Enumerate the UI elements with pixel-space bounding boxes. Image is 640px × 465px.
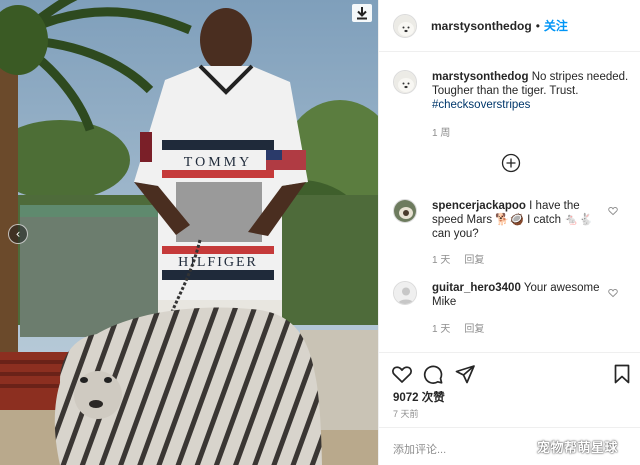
reply-button[interactable]: 回复 (464, 251, 484, 266)
action-bar (379, 352, 640, 394)
comment-like-heart-icon[interactable] (608, 206, 618, 216)
comment-item: guitar_hero3400 Your awesome Mike (393, 281, 637, 309)
comment-avatar[interactable] (393, 199, 417, 223)
post-photo[interactable]: TOMMY HILFIGER ‹ (0, 0, 378, 465)
reply-button[interactable]: 回复 (464, 320, 484, 335)
photo-scene: TOMMY HILFIGER (0, 0, 378, 465)
comment-text: spencerjackapoo I have the speed Mars 🐕🥥… (432, 199, 602, 241)
watermark: 宠物帮萌星球 (537, 440, 619, 455)
likes-count[interactable]: 9072 次赞 (393, 389, 445, 405)
default-user-icon (394, 282, 416, 304)
header-username[interactable]: marstysonthedog (431, 19, 532, 33)
post-header: marstysonthedog • 关注 (379, 0, 640, 52)
avatar[interactable] (393, 13, 417, 38)
dog-avatar-icon (394, 200, 416, 222)
post-side-panel: marstysonthedog • 关注 marstysonthedog No … (378, 0, 640, 465)
caption-username[interactable]: marstysonthedog (432, 71, 529, 83)
caption-avatar[interactable] (393, 70, 417, 94)
dog-avatar-icon (394, 71, 416, 93)
header-separator: • (535, 18, 540, 33)
caption-time: 1 周 (432, 128, 451, 139)
heart-icon[interactable] (391, 363, 413, 385)
caption-text: marstysonthedog No stripes needed. Tough… (432, 70, 633, 112)
share-icon[interactable] (454, 363, 476, 385)
download-button[interactable] (352, 4, 372, 22)
comment-avatar[interactable] (393, 281, 417, 305)
shirt-text-top: TOMMY (184, 155, 252, 170)
follow-button[interactable]: 关注 (544, 17, 568, 34)
chevron-left-icon: ‹ (15, 227, 21, 241)
download-icon (357, 7, 367, 20)
comment-time: 1 天 (432, 255, 451, 266)
shirt-text-bottom: HILFIGER (178, 255, 258, 270)
comment-username[interactable]: spencerjackapoo (432, 200, 526, 212)
previous-photo-button[interactable]: ‹ (8, 224, 28, 244)
comment-icon[interactable] (422, 363, 444, 385)
comment-username[interactable]: guitar_hero3400 (432, 282, 521, 294)
post-time: 7 天前 (393, 409, 419, 419)
caption: marstysonthedog No stripes needed. Tough… (393, 70, 633, 112)
comment-text: guitar_hero3400 Your awesome Mike (432, 281, 602, 309)
bookmark-icon[interactable] (611, 363, 633, 385)
caption-hashtag[interactable]: #checksoverstripes (432, 99, 530, 111)
comment-like-heart-icon[interactable] (608, 288, 618, 298)
comment-time: 1 天 (432, 324, 451, 335)
comment-item: spencerjackapoo I have the speed Mars 🐕🥥… (393, 199, 637, 241)
comment-meta: 1 天 回复 (432, 251, 484, 266)
dog-avatar-icon (394, 14, 416, 37)
comment-meta: 1 天 回复 (432, 320, 484, 335)
plus-circle-icon[interactable] (501, 153, 521, 173)
